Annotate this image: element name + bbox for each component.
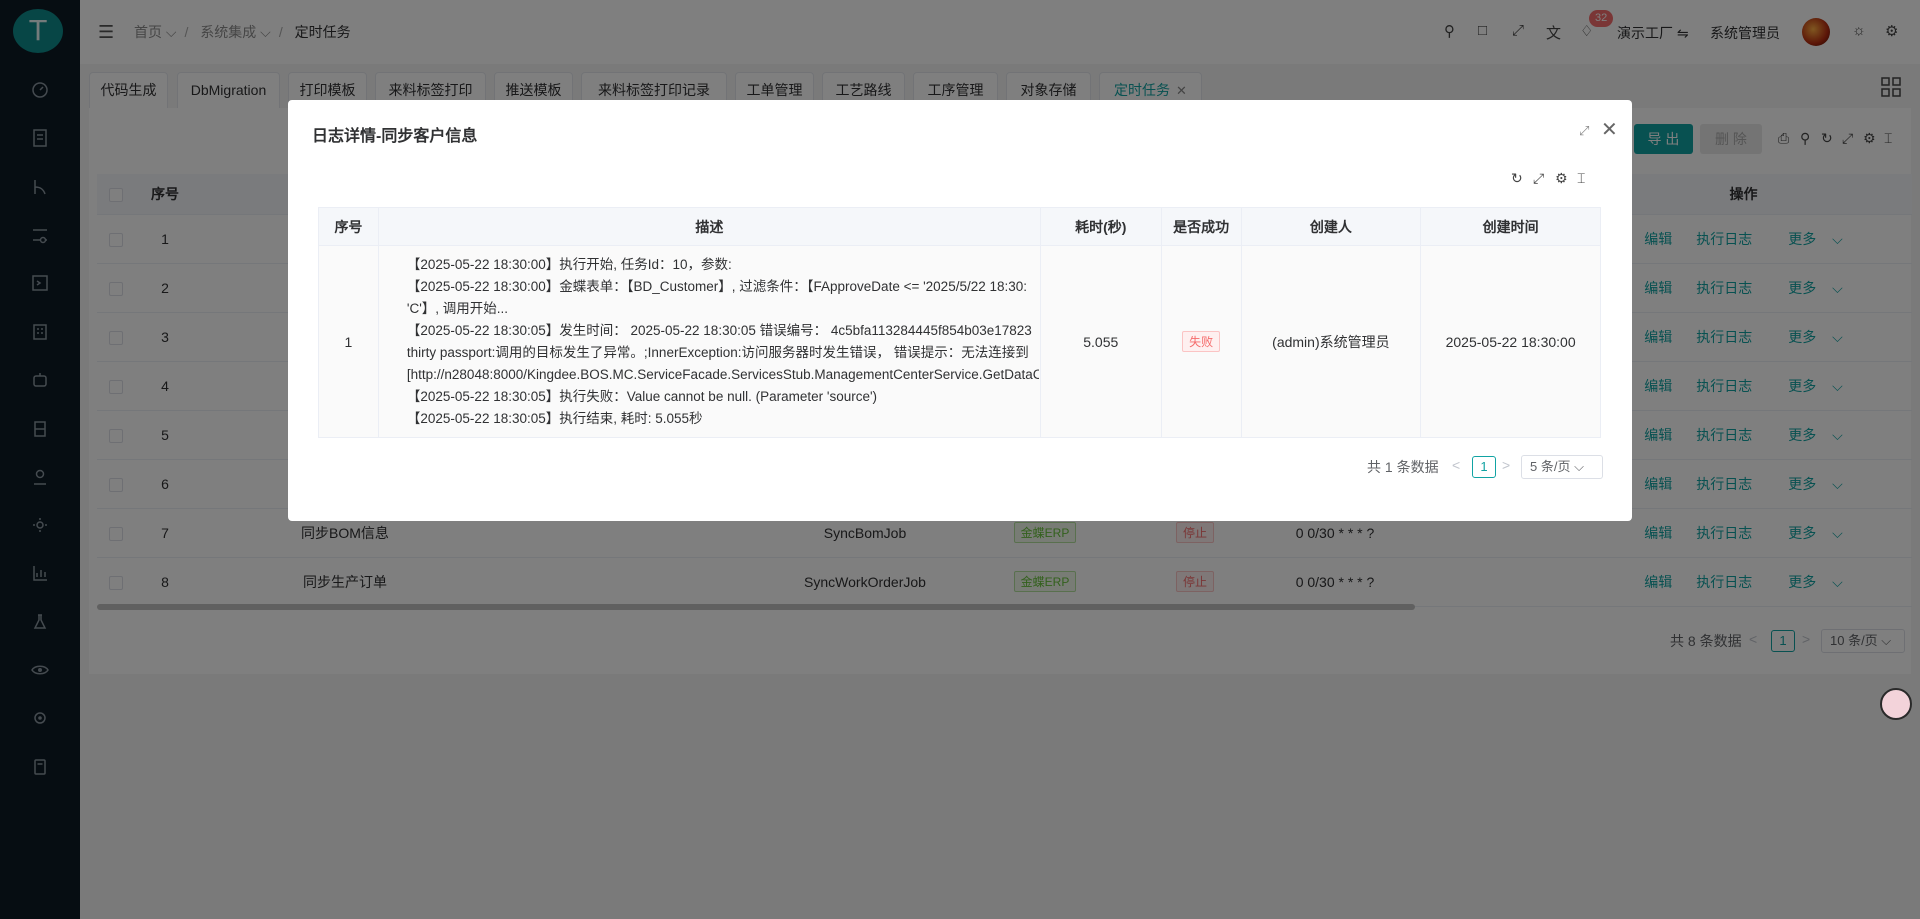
status-badge: 失败: [1182, 331, 1221, 352]
row-index: 1: [318, 245, 379, 438]
fullscreen-icon[interactable]: ⤢: [1533, 170, 1544, 187]
log-line: 'C'】, 调用开始...: [406, 300, 509, 316]
log-description: 【2025-05-22 18:30:00】执行开始, 任务Id：10，参数: 【…: [377, 245, 1041, 438]
column-height-icon[interactable]: ⌶: [1577, 170, 1585, 187]
log-detail-dialog: 日志详情-同步客户信息 ⤢ ✕ ↻ ⤢ ⚙ ⌶ 序号 描述 耗时(秒) 是否成功…: [288, 100, 1632, 521]
prev-page-icon[interactable]: <: [1452, 457, 1460, 473]
duration-value: 5.055: [1039, 245, 1162, 438]
table-row: 1 【2025-05-22 18:30:00】执行开始, 任务Id：10，参数:…: [318, 245, 1601, 438]
col-creator: 创建人: [1240, 207, 1422, 246]
assistant-float-icon[interactable]: [1880, 688, 1912, 720]
log-line: thirty passport:调用的目标发生了异常。;InnerExcepti…: [406, 344, 1029, 360]
col-duration: 耗时(秒): [1039, 207, 1162, 246]
dialog-title: 日志详情-同步客户信息: [312, 128, 478, 145]
log-line: [http://n28048:8000/Kingdee.BOS.MC.Servi…: [406, 366, 1039, 382]
col-success: 是否成功: [1160, 207, 1242, 246]
log-line: 【2025-05-22 18:30:05】发生时间： 2025-05-22 18…: [406, 322, 1032, 338]
page-size-select[interactable]: 5 条/页 ⌵: [1521, 455, 1603, 479]
log-line: 【2025-05-22 18:30:00】执行开始, 任务Id：10，参数:: [406, 256, 732, 272]
col-description: 描述: [377, 207, 1041, 246]
next-page-icon[interactable]: >: [1502, 457, 1510, 473]
log-line: 【2025-05-22 18:30:05】执行结束, 耗时: 5.055秒: [406, 410, 703, 426]
log-line: 【2025-05-22 18:30:05】执行失败：Value cannot b…: [406, 388, 878, 404]
page-number[interactable]: 1: [1472, 456, 1496, 478]
close-icon[interactable]: ✕: [1601, 117, 1618, 142]
creator-value: (admin)系统管理员: [1240, 245, 1422, 438]
col-created-time: 创建时间: [1420, 207, 1601, 246]
refresh-icon[interactable]: ↻: [1511, 170, 1523, 187]
log-table: 序号 描述 耗时(秒) 是否成功 创建人 创建时间 1 【2025-05-22 …: [318, 207, 1601, 438]
col-index: 序号: [318, 207, 379, 246]
dialog-pager-total: 共 1 条数据: [1367, 459, 1439, 475]
log-line: 【2025-05-22 18:30:00】金蝶表单：【BD_Customer】,…: [406, 278, 1028, 294]
created-time-value: 2025-05-22 18:30:00: [1420, 245, 1601, 438]
maximize-icon[interactable]: ⤢: [1579, 123, 1589, 139]
settings-icon[interactable]: ⚙: [1555, 170, 1568, 187]
